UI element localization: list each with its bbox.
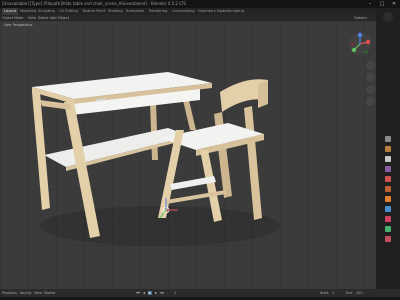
close-button[interactable]: ✕ — [388, 0, 400, 8]
chair-backrest-side — [258, 80, 268, 108]
zoom-icon[interactable] — [366, 61, 375, 70]
pan-icon[interactable] — [366, 73, 375, 82]
properties-editor — [376, 8, 400, 289]
tab-shading[interactable]: Shading — [106, 8, 125, 15]
end-frame-value[interactable]: 250 — [356, 289, 362, 297]
tool-props-icon[interactable] — [385, 136, 391, 142]
render-icon[interactable] — [383, 12, 393, 22]
window-title: [Unavailable] [Type] [filepath]/Kids tab… — [2, 1, 186, 6]
3d-viewport[interactable]: User Perspective — [0, 21, 376, 289]
desk-lower-shelf — [44, 128, 190, 167]
grid-icon[interactable] — [366, 97, 375, 106]
scene-props-icon[interactable] — [385, 176, 391, 182]
next-key-icon[interactable]: ▸ — [154, 291, 158, 295]
jump-start-icon[interactable]: ⏮ — [136, 291, 140, 295]
physics-props-icon[interactable] — [385, 216, 391, 222]
prev-key-icon[interactable]: ◂ — [142, 291, 146, 295]
jump-end-icon[interactable]: ⏭ — [160, 291, 164, 295]
world-props-icon[interactable] — [385, 186, 391, 192]
tab-compositing[interactable]: Compositing — [170, 8, 197, 15]
play-icon[interactable]: ▶ — [148, 291, 152, 295]
timeline-playback-menu[interactable]: Playback — [2, 289, 17, 297]
gizmo-x-icon — [365, 39, 371, 45]
tab-texture-paint[interactable]: Texture Paint — [80, 8, 107, 15]
gizmo-y-icon — [351, 47, 357, 53]
scene-render — [32, 32, 371, 246]
tab-sculpting[interactable]: Sculpting — [36, 8, 57, 15]
navigation-gizmo — [349, 32, 371, 55]
tab-layout[interactable]: Layout — [2, 8, 19, 15]
material-props-icon[interactable] — [385, 236, 391, 242]
timeline-keying-menu[interactable]: Keying — [20, 289, 31, 297]
minimize-button[interactable]: – — [364, 0, 376, 8]
timeline: Playback Keying View Marker ⏮ ◂ ▶ ▸ ⏭ 1 … — [0, 289, 400, 297]
data-props-icon[interactable] — [385, 226, 391, 232]
tab-animation[interactable]: Animation — [124, 8, 146, 15]
gizmo-z-icon — [357, 32, 363, 38]
end-frame-label: End — [346, 291, 353, 295]
window-titlebar: [Unavailable] [Type] [filepath]/Kids tab… — [0, 0, 400, 8]
render-props-icon[interactable] — [385, 146, 391, 152]
object-props-icon[interactable] — [385, 196, 391, 202]
modifier-props-icon[interactable] — [385, 206, 391, 212]
start-frame-label: Start — [320, 291, 329, 295]
timeline-marker-menu[interactable]: Marker — [44, 289, 56, 297]
chair-back-leg-right — [244, 106, 262, 220]
tab-scripting[interactable]: Scripting — [226, 8, 246, 15]
maximize-button[interactable]: □ — [376, 0, 388, 8]
view-layer-icon[interactable] — [385, 166, 391, 172]
timeline-view-menu[interactable]: View — [34, 289, 42, 297]
workspace-tabs: Layout Modeling Sculpting UV Editing Tex… — [0, 8, 400, 15]
camera-icon[interactable] — [366, 85, 375, 94]
tab-rendering[interactable]: Rendering — [147, 8, 169, 15]
tab-uv-editing[interactable]: UV Editing — [57, 8, 80, 15]
desk-front-leg-left — [32, 92, 50, 210]
current-frame[interactable]: 1 — [174, 289, 176, 297]
start-frame-value[interactable]: 1 — [332, 289, 334, 297]
output-props-icon[interactable] — [385, 156, 391, 162]
